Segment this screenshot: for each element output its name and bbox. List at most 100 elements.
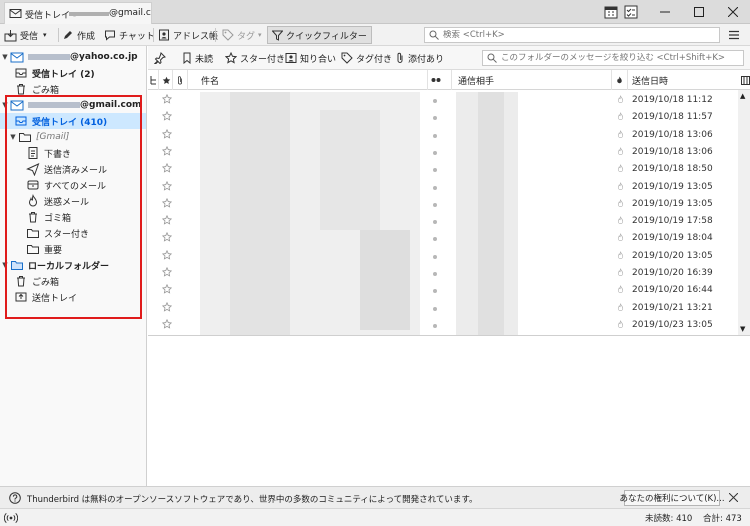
account-yahoo[interactable]: ▼ @yahoo.co.jp	[0, 49, 146, 65]
junk-column-button[interactable]	[612, 70, 628, 90]
thread-row[interactable]: 2019/10/18 11:57	[148, 109, 738, 126]
junk-status-icon[interactable]	[616, 215, 625, 226]
chat-button[interactable]: チャット	[104, 26, 155, 44]
star-icon[interactable]	[162, 180, 172, 191]
star-icon[interactable]	[162, 232, 172, 243]
folder-local-trash[interactable]: ごみ箱	[0, 273, 146, 289]
folder-gmail-all-mail[interactable]: すべてのメール	[0, 177, 146, 193]
tagged-filter-button[interactable]: タグ付き	[341, 50, 392, 66]
read-status-icon[interactable]	[433, 185, 437, 190]
folder-gmail-trash[interactable]: ゴミ箱	[0, 209, 146, 225]
star-icon[interactable]	[162, 318, 172, 329]
search-input[interactable]	[443, 30, 719, 40]
junk-status-icon[interactable]	[616, 129, 625, 140]
unread-filter-button[interactable]: 未読	[182, 50, 213, 66]
account-local-folders[interactable]: ▼ ローカルフォルダー	[0, 257, 146, 273]
quick-filter-button[interactable]: クイックフィルター	[267, 26, 372, 44]
junk-status-icon[interactable]	[616, 111, 625, 122]
attachment-column-button[interactable]	[173, 70, 188, 90]
rights-button[interactable]: あなたの権利について(K)...	[619, 490, 725, 506]
junk-status-icon[interactable]	[616, 267, 625, 278]
subject-column-header[interactable]: 件名	[198, 70, 428, 90]
account-gmail[interactable]: ▼ @gmail.com	[0, 97, 146, 113]
global-search[interactable]	[424, 27, 720, 43]
junk-status-icon[interactable]	[616, 94, 625, 105]
thread-row[interactable]: 2019/10/18 13:06	[148, 144, 738, 161]
close-button[interactable]	[716, 0, 750, 24]
thread-row[interactable]: 2019/10/21 13:21	[148, 300, 738, 317]
junk-status-icon[interactable]	[616, 198, 625, 209]
app-menu-button[interactable]	[728, 26, 740, 44]
thread-row[interactable]: 2019/10/19 17:58	[148, 213, 738, 230]
chevron-down-icon[interactable]: ▼	[0, 53, 10, 61]
folder-gmail-important[interactable]: 重要	[0, 241, 146, 257]
junk-status-icon[interactable]	[616, 319, 625, 330]
tab-inbox[interactable]: 受信トレイ - @gmail.c	[4, 2, 152, 24]
read-status-icon[interactable]	[433, 237, 437, 242]
junk-status-icon[interactable]	[616, 163, 625, 174]
read-status-column-button[interactable]	[428, 70, 452, 90]
minimize-button[interactable]	[648, 0, 682, 24]
folder-gmail-starred[interactable]: スター付き	[0, 225, 146, 241]
junk-status-icon[interactable]	[616, 302, 625, 313]
folder-local-outbox[interactable]: 送信トレイ	[0, 289, 146, 305]
attachment-filter-button[interactable]: 添付あり	[395, 50, 444, 66]
correspondents-column-header[interactable]: 通信相手	[452, 70, 612, 90]
address-book-button[interactable]: アドレス帳	[158, 26, 218, 44]
chevron-down-icon[interactable]: ▼	[8, 133, 18, 141]
junk-status-icon[interactable]	[616, 284, 625, 295]
folder-gmail-drafts[interactable]: 下書き	[0, 145, 146, 161]
read-status-icon[interactable]	[433, 202, 437, 207]
star-icon[interactable]	[162, 163, 172, 173]
chevron-down-icon[interactable]: ▼	[740, 325, 745, 333]
write-button[interactable]: 作成	[62, 26, 95, 44]
star-icon[interactable]	[162, 197, 172, 208]
folder-gmail-sent[interactable]: 送信済みメール	[0, 161, 146, 177]
sticky-filter-button[interactable]	[154, 50, 166, 66]
star-column-button[interactable]	[159, 70, 173, 90]
thread-row[interactable]: 2019/10/18 11:12	[148, 92, 738, 109]
read-status-icon[interactable]	[433, 133, 437, 138]
thread-row[interactable]: 2019/10/18 18:50	[148, 161, 738, 178]
calendar-icon[interactable]	[603, 4, 619, 20]
chevron-down-icon[interactable]: ▼	[0, 261, 10, 269]
contacts-filter-button[interactable]: 知り合い	[285, 50, 336, 66]
column-picker-button[interactable]	[738, 70, 750, 90]
read-status-icon[interactable]	[433, 254, 437, 259]
folder-gmail-inbox[interactable]: 受信トレイ (410)	[0, 113, 146, 129]
star-icon[interactable]	[162, 301, 172, 312]
folder-gmail-group[interactable]: ▼ [Gmail]	[0, 129, 146, 145]
folder-filter-input[interactable]	[501, 53, 743, 63]
read-status-icon[interactable]	[433, 323, 437, 328]
read-status-icon[interactable]	[433, 220, 437, 225]
starred-filter-button[interactable]: スター付き	[225, 50, 285, 66]
star-icon[interactable]	[162, 284, 172, 294]
junk-status-icon[interactable]	[616, 232, 625, 243]
read-status-icon[interactable]	[433, 272, 437, 276]
read-status-icon[interactable]	[433, 116, 437, 121]
thread-row[interactable]: 2019/10/19 13:05	[148, 196, 738, 213]
folder-yahoo-trash[interactable]: ごみ箱	[0, 81, 146, 97]
thread-row[interactable]: 2019/10/20 16:44	[148, 282, 738, 299]
chevron-down-icon[interactable]: ▼	[0, 101, 10, 109]
thread-row[interactable]: 2019/10/20 13:05	[148, 248, 738, 265]
chevron-down-icon[interactable]: ▾	[43, 31, 47, 39]
read-status-icon[interactable]	[433, 168, 437, 173]
online-status-icon[interactable]	[4, 512, 18, 524]
tasks-icon[interactable]	[623, 4, 639, 20]
close-icon[interactable]	[729, 493, 738, 502]
thread-row[interactable]: 2019/10/23 13:05	[148, 317, 738, 334]
read-status-icon[interactable]	[433, 306, 437, 311]
chevron-up-icon[interactable]: ▲	[740, 92, 745, 100]
star-icon[interactable]	[162, 145, 172, 156]
tag-button[interactable]: タグ ▾	[222, 26, 262, 44]
junk-status-icon[interactable]	[616, 250, 625, 261]
star-icon[interactable]	[162, 111, 172, 121]
read-status-icon[interactable]	[433, 150, 437, 155]
star-icon[interactable]	[162, 215, 172, 225]
thread-row[interactable]: 2019/10/18 13:06	[148, 127, 738, 144]
thread-row[interactable]: 2019/10/19 18:04	[148, 230, 738, 247]
junk-status-icon[interactable]	[616, 146, 625, 157]
folder-gmail-junk[interactable]: 迷惑メール	[0, 193, 146, 209]
star-icon[interactable]	[162, 94, 172, 104]
